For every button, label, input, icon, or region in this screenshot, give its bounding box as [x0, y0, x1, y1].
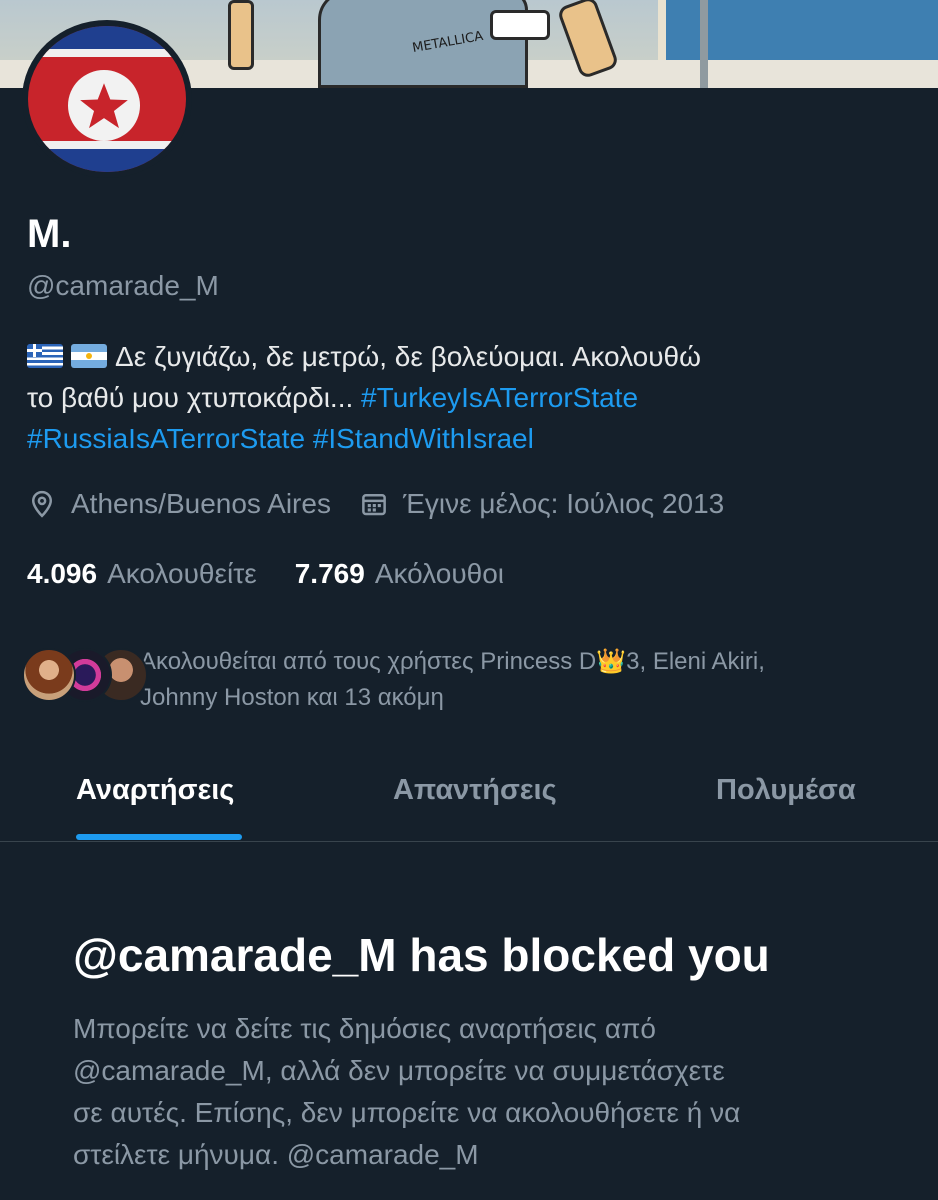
banner-character-arm [228, 0, 254, 70]
avatar [22, 648, 76, 702]
profile-avatar[interactable] [22, 20, 192, 178]
followers-count: 7.769 [294, 558, 365, 589]
followed-by-row[interactable]: Ακολουθείται από τους χρήστες Princess D… [22, 644, 922, 711]
followed-by-line: Ακολουθείται από τους χρήστες Princess D… [140, 648, 765, 675]
following-link[interactable]: 4.096 Ακολουθείτε [27, 558, 257, 590]
blocked-line: @camarade_M, αλλά δεν μπορείτε να συμμετ… [73, 1055, 725, 1086]
calendar-icon [359, 489, 389, 519]
following-count: 4.096 [27, 558, 98, 589]
hashtag-link[interactable]: #RussiaIsATerrorState [27, 423, 305, 454]
banner-character-mouth [490, 10, 550, 40]
bio-text: το βαθύ μου χτυποκάρδι... [27, 382, 354, 413]
blocked-title: @camarade_M has blocked you [73, 929, 770, 981]
banner-pillar [700, 0, 708, 88]
flag-stripe [28, 26, 186, 50]
profile-meta: Athens/Buenos Aires Έγινε μέλος: Ιούλιος… [27, 488, 724, 520]
tab-posts[interactable]: Αναρτήσεις [76, 774, 234, 807]
flag-stripe [28, 49, 186, 57]
location-text: Athens/Buenos Aires [71, 488, 331, 519]
active-tab-indicator [76, 834, 242, 840]
avatar-flag-image [28, 26, 186, 172]
profile-handle: @camarade_M [27, 270, 219, 301]
followers-link[interactable]: 7.769 Ακόλουθοι [295, 558, 504, 590]
followers-label: Ακόλουθοι [374, 558, 505, 589]
tab-media[interactable]: Πολυμέσα [716, 774, 856, 807]
location-pin-icon [27, 489, 57, 519]
bio-text: Δε ζυγιάζω, δε μετρώ, δε βολεύομαι. Ακολ… [115, 341, 701, 372]
followed-by-text: Ακολουθείται από τους χρήστες Princess D… [140, 644, 920, 716]
followed-by-line: Johnny Hoston και 13 ακόμη [140, 684, 444, 711]
star-icon [68, 70, 141, 142]
hashtag-link[interactable]: #TurkeyIsATerrorState [361, 382, 638, 413]
blocked-description: Μπορείτε να δείτε τις δημόσιες αναρτήσει… [73, 1008, 873, 1176]
tab-replies[interactable]: Απαντήσεις [393, 774, 557, 807]
blocked-line: Μπορείτε να δείτε τις δημόσιες αναρτήσει… [73, 1013, 656, 1044]
follow-counts: 4.096 Ακολουθείτε 7.769 Ακόλουθοι [27, 558, 504, 590]
display-name: M. [27, 212, 72, 256]
flag-stripe [28, 148, 186, 172]
profile-bio: Δε ζυγιάζω, δε μετρώ, δε βολεύομαι. Ακολ… [27, 336, 897, 459]
hashtag-link[interactable]: #IStandWithIsrael [313, 423, 534, 454]
greece-flag-icon [27, 344, 63, 368]
joined-date: Έγινε μέλος: Ιούλιος 2013 [402, 488, 725, 519]
argentina-flag-icon [71, 344, 107, 368]
blocked-line: στείλετε μήνυμα. @camarade_M [73, 1139, 479, 1170]
blocked-line: σε αυτές. Επίσης, δεν μπορείτε να ακολου… [73, 1097, 741, 1128]
flag-stripe [28, 141, 186, 149]
following-label: Ακολουθείτε [107, 558, 257, 589]
profile-tabs: Αναρτήσεις Απαντήσεις Πολυμέσα [0, 760, 938, 842]
